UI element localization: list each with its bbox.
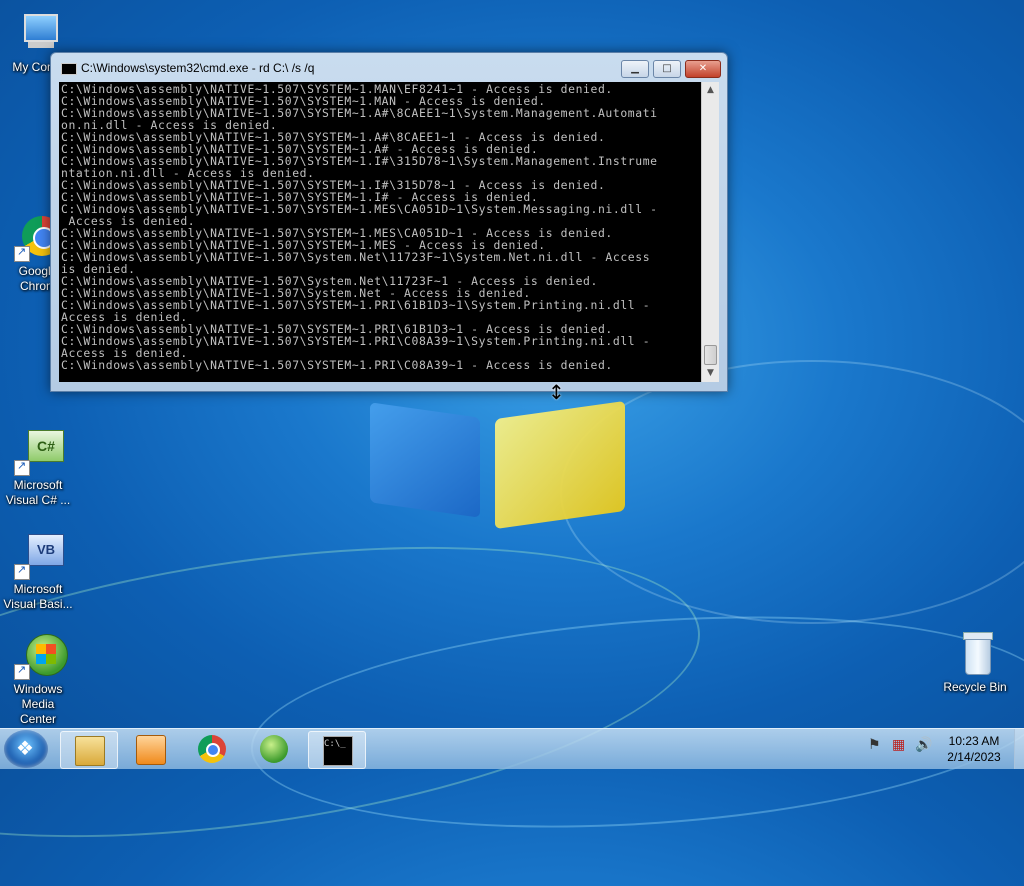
scroll-thumb[interactable] <box>704 345 717 365</box>
chrome-icon <box>198 735 226 763</box>
taskbar-explorer[interactable] <box>60 731 118 769</box>
desktop-icon-visual-csharp[interactable]: C# Microsoft Visual C# ... <box>2 428 74 508</box>
desktop-icon-label: Windows Media Center <box>13 682 63 726</box>
media-center-icon <box>14 632 68 680</box>
start-button[interactable] <box>4 730 48 768</box>
desktop-icon-label: Recycle Bin <box>943 680 1007 694</box>
console-output[interactable]: C:\Windows\assembly\NATIVE~1.507\SYSTEM~… <box>59 82 701 382</box>
title-bar[interactable]: C:\Windows\system32\cmd.exe - rd C:\ /s … <box>51 53 727 81</box>
computer-icon <box>14 10 62 58</box>
taskbar-media-player[interactable] <box>122 731 178 767</box>
system-clock[interactable]: 10:23 AM 2/14/2023 <box>936 733 1012 765</box>
close-button[interactable]: ✕ <box>685 60 721 78</box>
desktop-icon-recycle-bin[interactable]: Recycle Bin <box>939 630 1011 695</box>
media-player-icon <box>136 735 166 765</box>
taskbar-media-center[interactable] <box>246 731 302 767</box>
desktop-icon-label: Microsoft Visual Basi... <box>3 582 73 611</box>
taskbar-chrome[interactable] <box>184 731 240 767</box>
show-desktop-button[interactable] <box>1014 729 1024 769</box>
desktop-icon-label: Microsoft Visual C# ... <box>5 478 71 507</box>
clock-date: 2/14/2023 <box>947 750 1001 764</box>
taskbar-cmd[interactable]: C:\_ <box>308 731 366 769</box>
maximize-button[interactable]: □ <box>653 60 681 78</box>
taskbar: C:\_ ⚑ ▦ 🔊 10:23 AM 2/14/2023 <box>0 728 1024 769</box>
action-center-icon[interactable]: ⚑ <box>868 737 881 753</box>
vertical-scrollbar[interactable]: ▲ ▼ <box>701 82 719 382</box>
cmd-icon <box>61 63 77 75</box>
desktop-icon-windows-media-center[interactable]: Windows Media Center <box>2 632 74 727</box>
explorer-icon <box>75 736 105 766</box>
desktop-icon-visual-basic[interactable]: VB Microsoft Visual Basi... <box>2 532 74 612</box>
minimize-button[interactable]: ▁ <box>621 60 649 78</box>
clock-time: 10:23 AM <box>948 734 1000 748</box>
scroll-down-icon[interactable]: ▼ <box>702 365 719 382</box>
volume-icon[interactable]: 🔊 <box>915 737 932 753</box>
cmd-window[interactable]: C:\Windows\system32\cmd.exe - rd C:\ /s … <box>50 52 728 392</box>
visual-csharp-icon: C# <box>14 428 64 476</box>
media-center-icon <box>260 735 288 763</box>
windows-logo-wallpaper <box>360 380 640 530</box>
cmd-icon: C:\_ <box>323 736 353 766</box>
scroll-up-icon[interactable]: ▲ <box>702 82 719 99</box>
recycle-bin-icon <box>951 630 999 678</box>
window-title: C:\Windows\system32\cmd.exe - rd C:\ /s … <box>81 61 315 75</box>
network-icon[interactable]: ▦ <box>892 737 905 753</box>
console-text: C:\Windows\assembly\NATIVE~1.507\SYSTEM~… <box>61 82 658 372</box>
resize-cursor-icon: ↕ <box>548 380 565 404</box>
visual-basic-icon: VB <box>14 532 64 580</box>
